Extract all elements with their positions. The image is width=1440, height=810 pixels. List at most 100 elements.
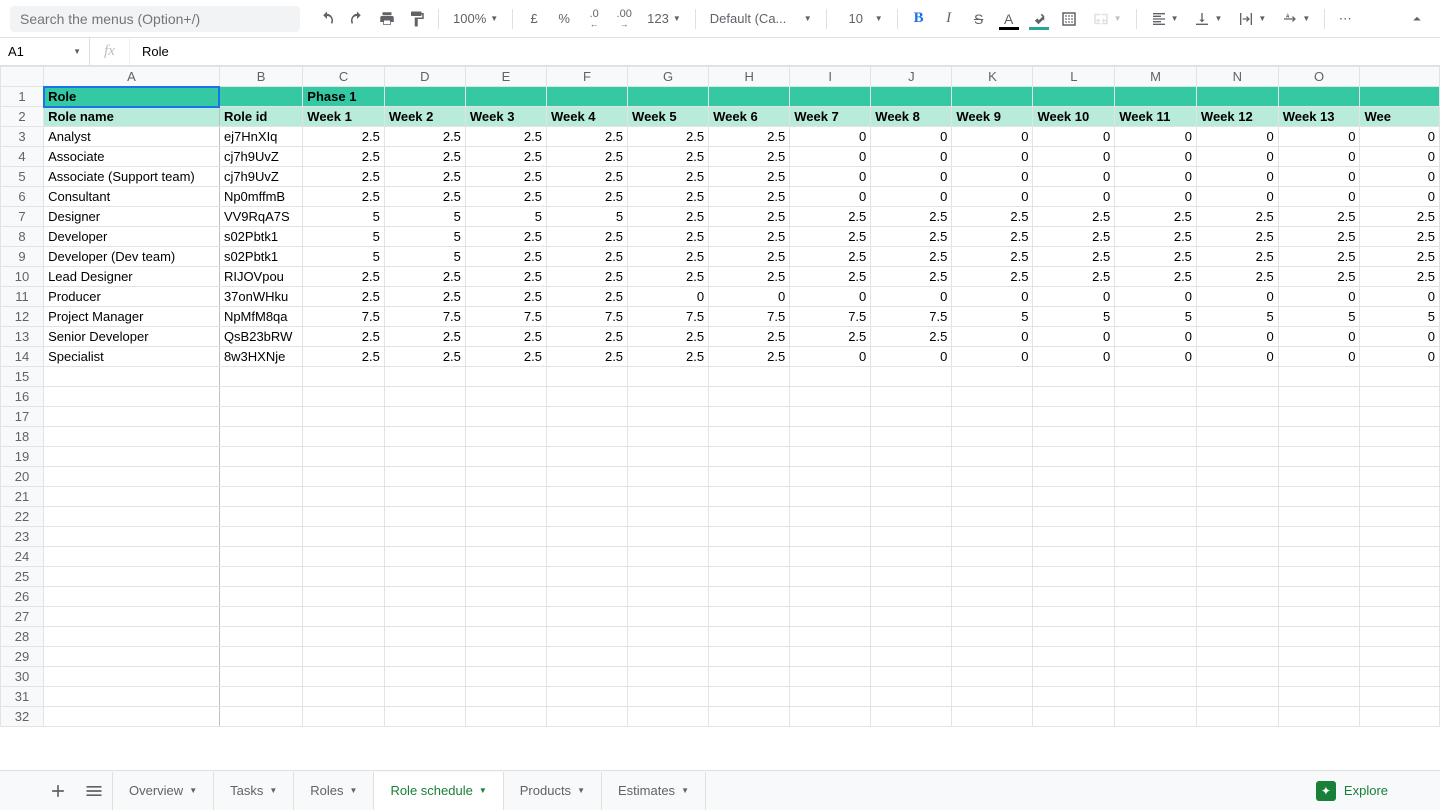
cell[interactable]: [219, 447, 302, 467]
cell[interactable]: [709, 427, 790, 447]
cell[interactable]: 2.5: [303, 347, 385, 367]
spreadsheet-grid[interactable]: ABCDEFGHIJKLMNO1RolePhase 12Role nameRol…: [0, 66, 1440, 770]
cell[interactable]: Phase 1: [303, 87, 385, 107]
column-header[interactable]: J: [871, 67, 952, 87]
row-header[interactable]: 5: [1, 167, 44, 187]
cell[interactable]: Analyst: [44, 127, 220, 147]
sheet-tab[interactable]: Products▼: [504, 772, 602, 810]
column-header[interactable]: G: [628, 67, 709, 87]
cell[interactable]: [1033, 667, 1115, 687]
row-header[interactable]: 30: [1, 667, 44, 687]
cell[interactable]: [1033, 547, 1115, 567]
cell[interactable]: 7.5: [871, 307, 952, 327]
cell[interactable]: [1033, 687, 1115, 707]
cell[interactable]: 0: [1278, 187, 1360, 207]
cell[interactable]: [303, 547, 385, 567]
cell[interactable]: [44, 467, 220, 487]
cell[interactable]: 0: [790, 187, 871, 207]
cell[interactable]: Developer: [44, 227, 220, 247]
cell[interactable]: 7.5: [546, 307, 627, 327]
cell[interactable]: [1196, 587, 1278, 607]
cell[interactable]: 2.5: [465, 287, 546, 307]
cell[interactable]: [1115, 367, 1197, 387]
cell[interactable]: 2.5: [465, 127, 546, 147]
cell[interactable]: 0: [952, 127, 1033, 147]
cell[interactable]: 2.5: [1115, 247, 1197, 267]
cell[interactable]: [1278, 447, 1360, 467]
cell[interactable]: [303, 607, 385, 627]
cell[interactable]: [952, 527, 1033, 547]
cell[interactable]: [303, 587, 385, 607]
cell[interactable]: 2.5: [384, 347, 465, 367]
cell[interactable]: [1115, 527, 1197, 547]
cell[interactable]: [628, 447, 709, 467]
cell[interactable]: [303, 567, 385, 587]
cell[interactable]: [546, 367, 627, 387]
cell[interactable]: [546, 707, 627, 727]
cell[interactable]: 2.5: [709, 347, 790, 367]
row-header[interactable]: 31: [1, 687, 44, 707]
cell[interactable]: 0: [1196, 287, 1278, 307]
cell[interactable]: [952, 707, 1033, 727]
cell[interactable]: [384, 467, 465, 487]
cell[interactable]: [384, 627, 465, 647]
cell[interactable]: 2.5: [384, 167, 465, 187]
cell[interactable]: [44, 607, 220, 627]
all-sheets-button[interactable]: [76, 773, 112, 809]
cell[interactable]: [384, 647, 465, 667]
cell[interactable]: [465, 487, 546, 507]
column-header[interactable]: L: [1033, 67, 1115, 87]
cell[interactable]: [1360, 627, 1440, 647]
cell[interactable]: [871, 367, 952, 387]
cell[interactable]: [384, 487, 465, 507]
cell[interactable]: [384, 387, 465, 407]
cell[interactable]: [1033, 567, 1115, 587]
cell[interactable]: Week 8: [871, 107, 952, 127]
row-header[interactable]: 12: [1, 307, 44, 327]
cell[interactable]: 2.5: [871, 327, 952, 347]
cell[interactable]: Wee: [1360, 107, 1440, 127]
cell[interactable]: [1360, 427, 1440, 447]
borders-button[interactable]: [1056, 6, 1082, 32]
cell[interactable]: [546, 687, 627, 707]
cell[interactable]: 2.5: [546, 227, 627, 247]
cell[interactable]: [952, 567, 1033, 587]
cell[interactable]: 0: [871, 347, 952, 367]
cell[interactable]: 2.5: [465, 347, 546, 367]
cell[interactable]: 5: [952, 307, 1033, 327]
cell[interactable]: [790, 707, 871, 727]
cell[interactable]: s02Pbtk1: [219, 247, 302, 267]
cell[interactable]: [1196, 687, 1278, 707]
cell[interactable]: 0: [790, 167, 871, 187]
cell[interactable]: [1360, 607, 1440, 627]
cell[interactable]: [628, 687, 709, 707]
cell[interactable]: [1278, 387, 1360, 407]
column-header[interactable]: C: [303, 67, 385, 87]
cell[interactable]: 2.5: [952, 227, 1033, 247]
cell[interactable]: [465, 627, 546, 647]
cell[interactable]: 2.5: [709, 147, 790, 167]
cell[interactable]: Week 7: [790, 107, 871, 127]
row-header[interactable]: 9: [1, 247, 44, 267]
cell[interactable]: [303, 627, 385, 647]
cell[interactable]: [628, 467, 709, 487]
cell[interactable]: 0: [952, 187, 1033, 207]
cell[interactable]: [1360, 667, 1440, 687]
explore-button[interactable]: ✦ Explore: [1304, 781, 1400, 801]
cell[interactable]: 0: [1360, 347, 1440, 367]
cell[interactable]: 0: [628, 287, 709, 307]
cell[interactable]: [384, 587, 465, 607]
cell[interactable]: [465, 547, 546, 567]
cell[interactable]: 0: [1278, 127, 1360, 147]
cell[interactable]: [1196, 447, 1278, 467]
cell[interactable]: 0: [1196, 327, 1278, 347]
cell[interactable]: Week 6: [709, 107, 790, 127]
row-header[interactable]: 28: [1, 627, 44, 647]
cell[interactable]: [709, 707, 790, 727]
cell[interactable]: [871, 587, 952, 607]
cell[interactable]: [952, 367, 1033, 387]
cell[interactable]: 2.5: [1360, 207, 1440, 227]
cell[interactable]: 5: [1033, 307, 1115, 327]
cell[interactable]: [1196, 567, 1278, 587]
cell[interactable]: [303, 447, 385, 467]
